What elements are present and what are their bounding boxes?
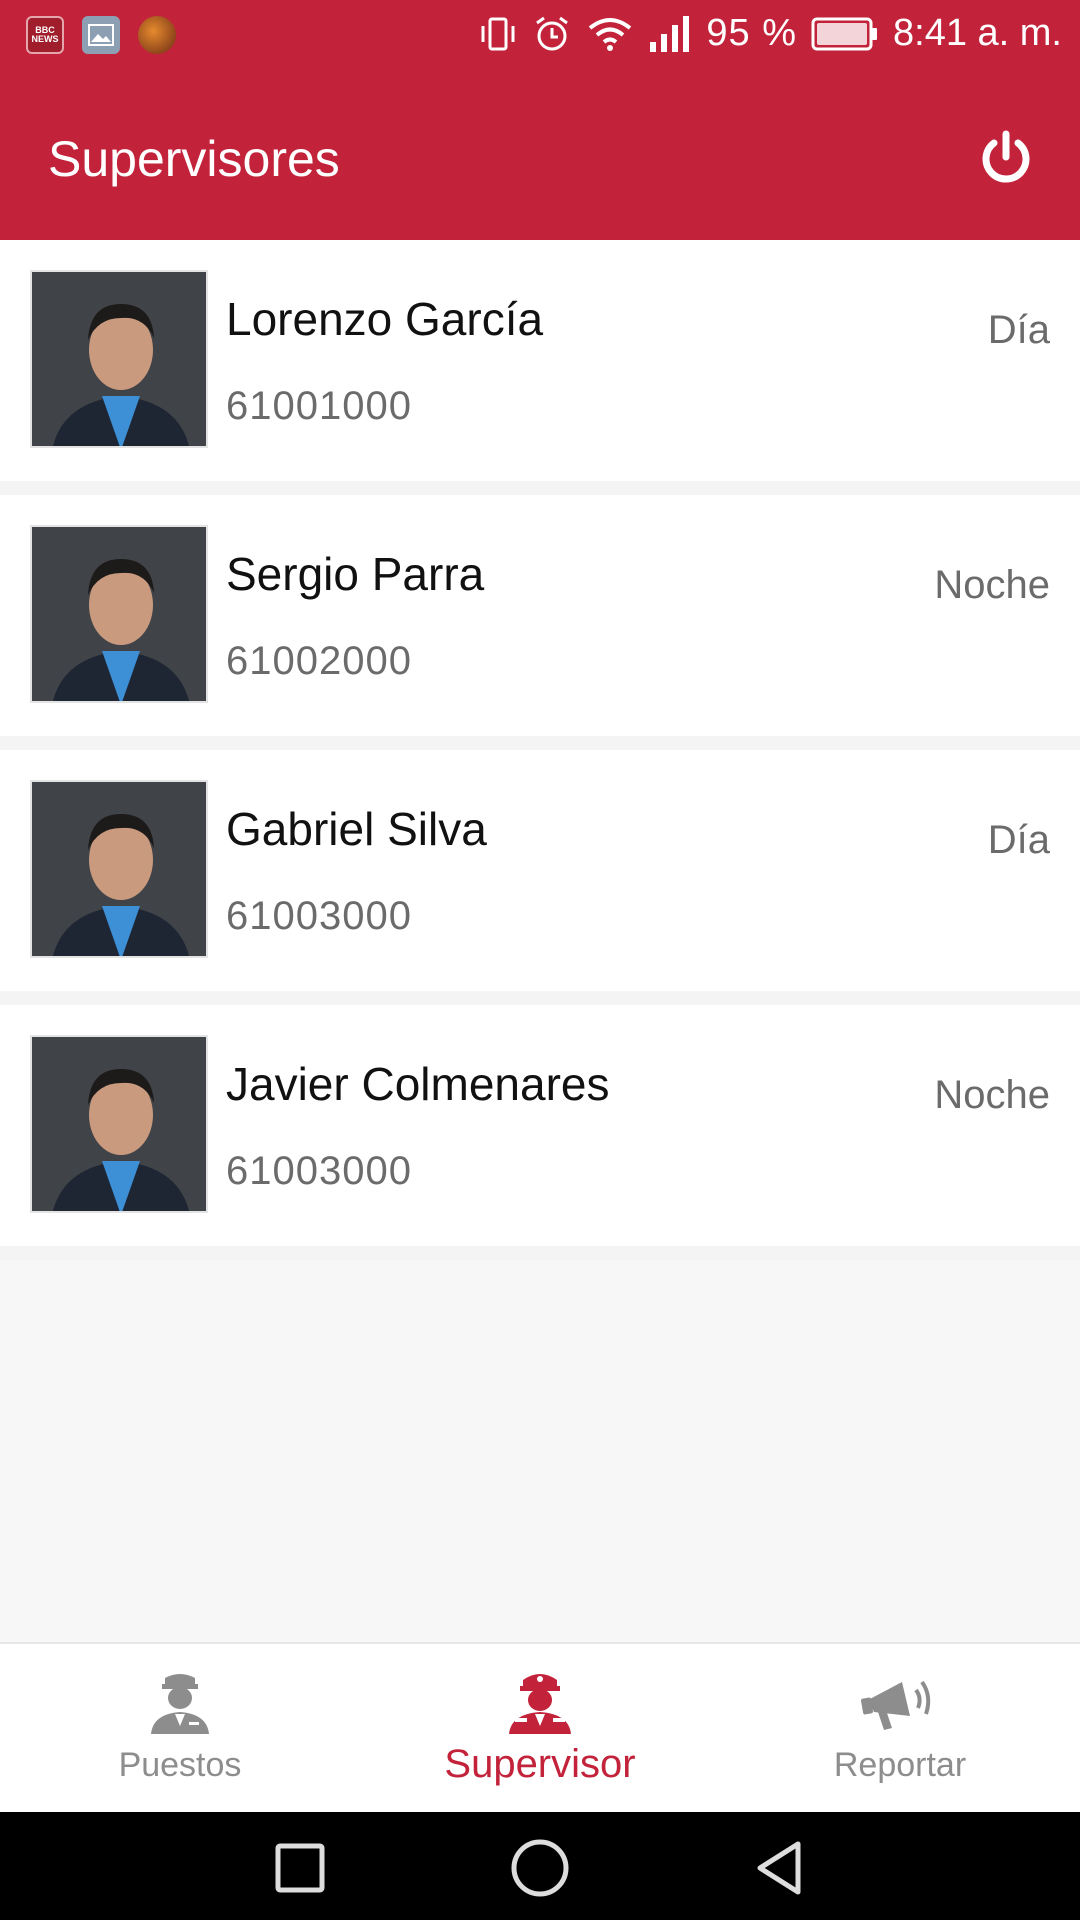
wifi-icon <box>586 14 634 54</box>
avatar-icon <box>138 16 176 54</box>
supervisor-avatar <box>30 780 208 958</box>
supervisor-list: Lorenzo García 61001000 Día Sergio Parra… <box>0 240 1080 1260</box>
supervisor-row[interactable]: Sergio Parra 61002000 Noche <box>0 495 1080 750</box>
signal-icon <box>648 14 692 54</box>
status-indicators: 95 % 8:41 a. m. <box>478 12 1062 55</box>
power-icon <box>982 130 1030 183</box>
alarm-icon <box>532 14 572 54</box>
supervisor-phone: 61001000 <box>226 384 412 428</box>
supervisor-phone: 61003000 <box>226 1149 412 1193</box>
supervisor-shift: Día <box>987 818 1050 862</box>
bottom-navigation: Puestos Supervisor Reportar <box>0 1642 1080 1812</box>
logout-button[interactable] <box>974 126 1038 190</box>
gallery-icon <box>82 16 120 54</box>
recents-button[interactable] <box>268 1836 332 1900</box>
recents-icon <box>275 1843 325 1893</box>
status-bar: BBC NEWS 95 % 8:41 a. m. <box>0 0 1080 74</box>
supervisor-row[interactable]: Javier Colmenares 61003000 Noche <box>0 1005 1080 1260</box>
tab-reportar[interactable]: Reportar <box>720 1644 1080 1812</box>
supervisor-row[interactable]: Lorenzo García 61001000 Día <box>0 240 1080 495</box>
app-toolbar: Supervisores <box>0 74 1080 240</box>
tab-supervisor[interactable]: Supervisor <box>360 1644 720 1812</box>
guard-icon <box>145 1668 215 1734</box>
supervisor-name: Lorenzo García <box>226 293 544 345</box>
supervisor-avatar <box>30 525 208 703</box>
supervisor-shift: Noche <box>934 563 1050 607</box>
supervisor-avatar <box>30 270 208 448</box>
clock: 8:41 a. m. <box>893 12 1062 54</box>
battery-percent: 95 % <box>706 12 798 54</box>
page-title: Supervisores <box>48 131 340 187</box>
tab-puestos[interactable]: Puestos <box>0 1644 360 1812</box>
tab-reportar-label: Reportar <box>833 1746 967 1784</box>
megaphone-icon <box>860 1668 940 1734</box>
back-icon <box>757 1841 801 1895</box>
bbc-news-text: BBC NEWS <box>31 25 59 44</box>
supervisor-avatar <box>30 1035 208 1213</box>
supervisor-name: Javier Colmenares <box>226 1058 610 1110</box>
bbc-news-icon: BBC NEWS <box>26 16 64 54</box>
back-button[interactable] <box>748 1836 812 1900</box>
supervisor-shift: Noche <box>934 1073 1050 1117</box>
tab-puestos-label: Puestos <box>118 1746 242 1784</box>
battery-icon <box>811 17 879 51</box>
supervisor-phone: 61003000 <box>226 894 412 938</box>
supervisor-name: Gabriel Silva <box>226 803 487 855</box>
notification-icons: BBC NEWS <box>26 16 176 54</box>
supervisor-phone: 61002000 <box>226 639 412 683</box>
supervisor-row[interactable]: Gabriel Silva 61003000 Día <box>0 750 1080 1005</box>
vibrate-icon <box>478 14 518 54</box>
tab-supervisor-label: Supervisor <box>444 1742 636 1786</box>
system-navigation-bar <box>0 1812 1080 1920</box>
supervisor-icon <box>505 1668 575 1734</box>
home-icon <box>511 1839 569 1897</box>
supervisor-shift: Día <box>987 308 1050 352</box>
home-button[interactable] <box>508 1836 572 1900</box>
supervisor-name: Sergio Parra <box>226 548 485 600</box>
